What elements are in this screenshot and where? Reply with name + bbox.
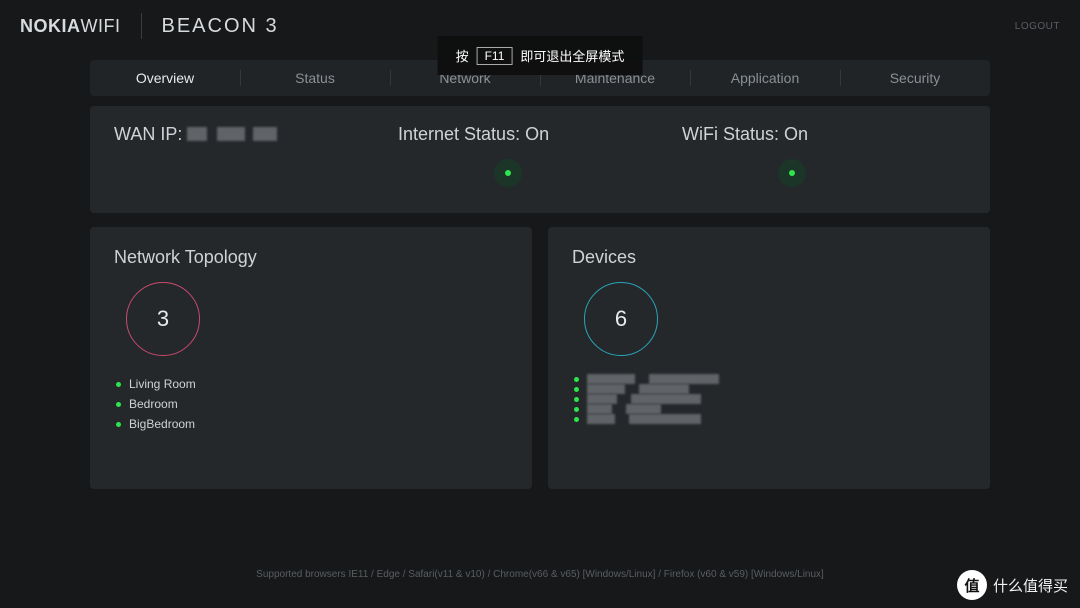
internet-status-block: Internet Status: On [398,124,682,187]
wifi-status-label: WiFi Status: On [682,124,966,145]
topology-count-circle: 3 [126,282,200,356]
devices-title: Devices [572,247,966,268]
tab-application[interactable]: Application [690,60,840,96]
devices-panel[interactable]: Devices 6 [548,227,990,489]
device-item-masked[interactable] [574,384,966,394]
tab-overview[interactable]: Overview [90,60,240,96]
logout-link[interactable]: LOGOUT [1015,21,1060,32]
tab-security[interactable]: Security [840,60,990,96]
topology-item[interactable]: Bedroom [116,394,508,414]
device-item-masked[interactable] [574,374,966,384]
brand-thin: WIFI [81,16,121,37]
product-name: BEACON 3 [162,15,279,38]
toast-post: 即可退出全屏模式 [520,46,624,65]
footer-text: Supported browsers IE11 / Edge / Safari(… [0,569,1080,580]
divider [141,13,142,39]
wan-ip-block: WAN IP: [114,124,398,187]
device-item-masked[interactable] [574,414,966,424]
devices-count-circle: 6 [584,282,658,356]
content-panels: Network Topology 3 Living Room Bedroom B… [90,227,990,489]
devices-list [572,374,966,424]
fullscreen-toast: 按 F11 即可退出全屏模式 [438,36,643,75]
watermark: 值 什么值得买 [957,570,1068,600]
watermark-badge: 值 [957,570,987,600]
topology-title: Network Topology [114,247,508,268]
topology-item[interactable]: Living Room [116,374,508,394]
device-item-masked[interactable] [574,404,966,414]
wan-ip-label: WAN IP: [114,124,182,144]
brand-bold: NOKIA [20,16,81,37]
internet-status-indicator [494,159,522,187]
topology-list: Living Room Bedroom BigBedroom [114,374,508,434]
tab-status[interactable]: Status [240,60,390,96]
status-card: WAN IP: Internet Status: On WiFi Status:… [90,106,990,213]
network-topology-panel[interactable]: Network Topology 3 Living Room Bedroom B… [90,227,532,489]
wan-ip-value-masked [187,127,287,141]
device-item-masked[interactable] [574,394,966,404]
toast-key: F11 [477,47,513,65]
internet-status-label: Internet Status: On [398,124,682,145]
topology-item[interactable]: BigBedroom [116,414,508,434]
wifi-status-indicator [778,159,806,187]
toast-pre: 按 [456,46,469,65]
wifi-status-block: WiFi Status: On [682,124,966,187]
brand-logo: NOKIAWIFI [20,16,121,37]
watermark-text: 什么值得买 [993,575,1068,596]
